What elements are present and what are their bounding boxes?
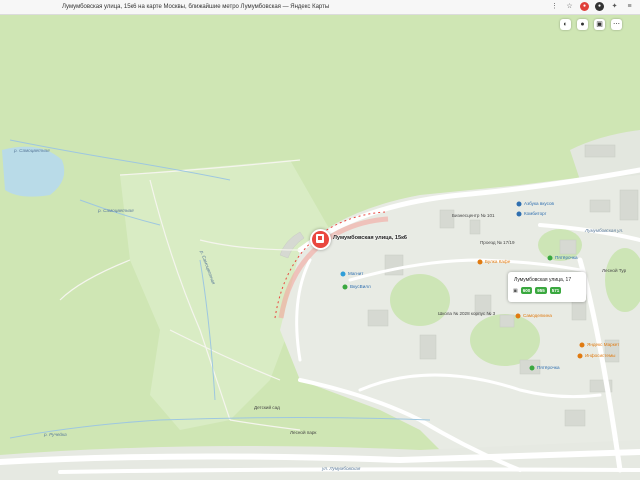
street-label: ул. Лумумбовская: [322, 466, 361, 471]
river-label: р. Самоцветная: [98, 208, 134, 213]
poi-label[interactable]: Пятёрочка: [555, 255, 578, 260]
building-icon: [316, 234, 324, 243]
selected-place-pin[interactable]: [310, 229, 331, 250]
building-label: Школа № 2028 корпус № 3: [438, 311, 496, 316]
extension-icon[interactable]: ●: [595, 2, 604, 11]
layers-icon[interactable]: ◐: [560, 19, 571, 30]
map-controls: ◐ ● ▣ ⋯: [560, 19, 622, 30]
poi-label[interactable]: Пятёрочка: [537, 365, 560, 370]
poi-magnit-marker[interactable]: [340, 271, 346, 277]
poi-kombitorg-marker[interactable]: [516, 211, 522, 217]
poi-label[interactable]: Комбиторг: [524, 211, 546, 216]
place-label: Лесной Тур: [602, 268, 627, 273]
poi-vkusvill-marker[interactable]: [342, 284, 348, 290]
poi-pyaterochka2-marker[interactable]: [529, 365, 535, 371]
poi-label[interactable]: Самоделкина: [523, 313, 552, 318]
poi-label[interactable]: Яндекс Маркет: [587, 342, 619, 347]
park-label: Лесной парк: [290, 430, 317, 435]
route-badge[interactable]: 571: [549, 287, 562, 294]
courtyard: [390, 274, 450, 326]
route-badge[interactable]: 600: [520, 287, 533, 294]
selected-place-label[interactable]: Лумумбовская улица, 15к6: [333, 235, 407, 241]
poi-label[interactable]: Инфосистемы: [585, 353, 615, 358]
stop-popup[interactable]: Лумумбовская улица, 17 ▣ 600 955 571: [508, 272, 586, 302]
poi-label[interactable]: Азбука вкусов: [524, 201, 554, 206]
puzzle-icon[interactable]: ✦: [610, 2, 619, 11]
translate-icon[interactable]: ⋮: [550, 2, 559, 11]
menu-icon[interactable]: ≡: [625, 2, 634, 11]
building-label: Проезд № 17/19: [480, 240, 515, 245]
traffic-icon[interactable]: ●: [577, 19, 588, 30]
poi-shop-marker[interactable]: [515, 313, 521, 319]
street-label: Лумумбовская ул.: [585, 228, 624, 233]
poi-label[interactable]: Булка Кафе: [485, 259, 510, 264]
more-icon[interactable]: ⋯: [611, 19, 622, 30]
river-label: р. Ручейка: [44, 432, 67, 437]
building-label: Детский сад: [254, 405, 280, 410]
poi-label[interactable]: Магнит: [348, 271, 363, 276]
poi-bakery-marker[interactable]: [477, 259, 483, 265]
page-title: Лумумбовская улица, 15к6 на карте Москвы…: [62, 4, 330, 10]
poi-azbuka-marker[interactable]: [516, 201, 522, 207]
bookmark-icon[interactable]: ☆: [565, 2, 574, 11]
poi-label[interactable]: ВкусВилл: [350, 284, 371, 289]
route-badge[interactable]: 955: [535, 287, 547, 294]
extension-adblock-icon[interactable]: ●: [580, 2, 589, 11]
poi-yandex-marker[interactable]: [579, 342, 585, 348]
browser-toolbar-icons: ⋮ ☆ ● ● ✦ ≡: [550, 2, 634, 11]
river-label: р. Самоцветная: [14, 148, 50, 153]
bus-icon: ▣: [513, 287, 518, 294]
stop-routes: ▣ 600 955 571: [513, 287, 562, 294]
browser-titlebar: Лумумбовская улица, 15к6 на карте Москвы…: [0, 0, 640, 15]
poi-pharmacy-marker[interactable]: [577, 353, 583, 359]
stop-popup-title: Лумумбовская улица, 17: [514, 277, 572, 283]
building-label: Бизнесцентр № 101: [452, 213, 495, 218]
transport-icon[interactable]: ▣: [594, 19, 605, 30]
poi-pyaterochka-marker[interactable]: [547, 255, 553, 261]
